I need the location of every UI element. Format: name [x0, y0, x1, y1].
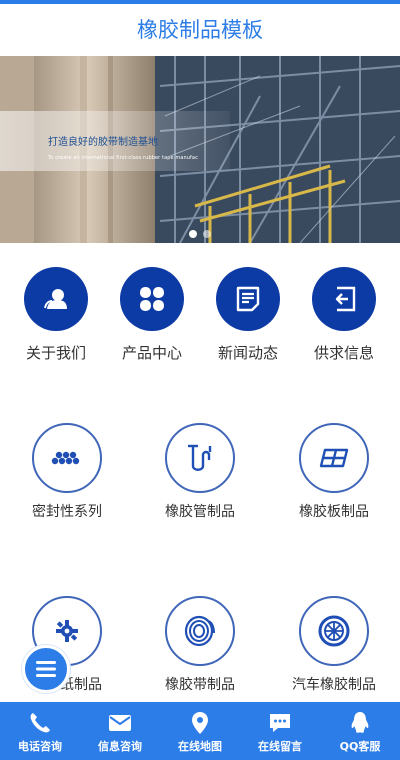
bottom-nav-message[interactable]: 信息咨询 — [80, 702, 160, 760]
bottom-nav-chat[interactable]: 在线留言 — [240, 702, 320, 760]
bottom-nav-phone[interactable]: 电话咨询 — [0, 702, 80, 760]
nav-label: 关于我们 — [25, 344, 86, 362]
phone-icon — [30, 713, 50, 733]
grid-icon — [140, 287, 164, 311]
bottom-nav-label: QQ客服 — [339, 740, 381, 753]
product-label: 橡胶板制品 — [299, 504, 369, 520]
product-rubber-belt[interactable]: 橡胶带制品 — [133, 596, 267, 696]
bottom-nav-label: 电话咨询 — [18, 740, 62, 753]
bottom-nav-label: 信息咨询 — [98, 740, 142, 753]
product-label: 橡胶管制品 — [165, 504, 235, 520]
nav-circle — [24, 267, 88, 331]
product-label: 橡胶带制品 — [165, 677, 235, 693]
exit-icon — [335, 286, 356, 312]
product-circle — [165, 596, 235, 666]
hero-banner[interactable]: 打造良好的胶带制造基地 To create an international f… — [0, 56, 400, 243]
mail-icon — [109, 715, 131, 731]
banner-caption: 打造良好的胶带制造基地 To create an international f… — [48, 133, 198, 161]
bottom-nav-label: 在线留言 — [258, 740, 302, 753]
user-icon — [44, 289, 67, 309]
nav-news[interactable]: 新闻动态 — [200, 265, 296, 365]
top-bar: 橡胶制品模板 — [0, 0, 400, 56]
slider-dots — [0, 230, 400, 238]
map-pin-icon — [192, 712, 208, 734]
nav-circle — [312, 267, 376, 331]
product-label: 密封性系列 — [32, 504, 102, 520]
product-rubber-sheet[interactable]: 橡胶板制品 — [267, 423, 400, 523]
gear-icon — [56, 620, 78, 642]
nav-circle — [216, 267, 280, 331]
product-circle — [32, 423, 102, 493]
nav-label: 供求信息 — [313, 344, 374, 362]
seal-icon — [51, 451, 80, 465]
panel-icon — [319, 448, 349, 468]
product-circle — [165, 423, 235, 493]
product-sealing-series[interactable]: 密封性系列 — [0, 423, 134, 523]
page-title: 橡胶制品模板 — [137, 18, 263, 42]
product-circle — [299, 596, 369, 666]
nav-products[interactable]: 产品中心 — [104, 265, 200, 365]
bottom-nav-label: 在线地图 — [178, 740, 222, 753]
product-circle — [299, 423, 369, 493]
quick-nav: 关于我们 产品中心 新闻动态 供求信息 — [0, 265, 400, 365]
product-rubber-hose[interactable]: 橡胶管制品 — [133, 423, 267, 523]
wheel-icon — [318, 615, 350, 647]
nav-about-us[interactable]: 关于我们 — [8, 265, 104, 365]
nav-label: 新闻动态 — [217, 344, 278, 362]
product-auto-rubber[interactable]: 汽车橡胶制品 — [267, 596, 400, 696]
product-rubber-paper[interactable]: 橡胶纸制品 — [0, 596, 134, 696]
product-label: 汽车橡胶制品 — [292, 677, 376, 693]
document-icon — [236, 286, 260, 312]
pipe-icon — [188, 444, 212, 471]
bottom-nav: 电话咨询 信息咨询 在线地图 在线留言 QQ客服 — [0, 702, 400, 760]
floating-menu-button[interactable] — [22, 645, 70, 693]
nav-circle — [120, 267, 184, 331]
banner-subtitle: To create an international first-class r… — [48, 155, 198, 161]
nav-label: 产品中心 — [121, 344, 182, 362]
bottom-nav-qq[interactable]: QQ客服 — [320, 702, 400, 760]
slider-dot[interactable] — [189, 230, 197, 238]
belt-roll-icon — [184, 615, 215, 647]
bottom-nav-map[interactable]: 在线地图 — [160, 702, 240, 760]
banner-title: 打造良好的胶带制造基地 — [48, 137, 158, 148]
menu-icon — [36, 661, 56, 677]
chat-icon — [270, 714, 290, 732]
nav-supply-info[interactable]: 供求信息 — [296, 265, 392, 365]
qq-icon — [351, 712, 369, 733]
slider-dot[interactable] — [203, 230, 211, 238]
